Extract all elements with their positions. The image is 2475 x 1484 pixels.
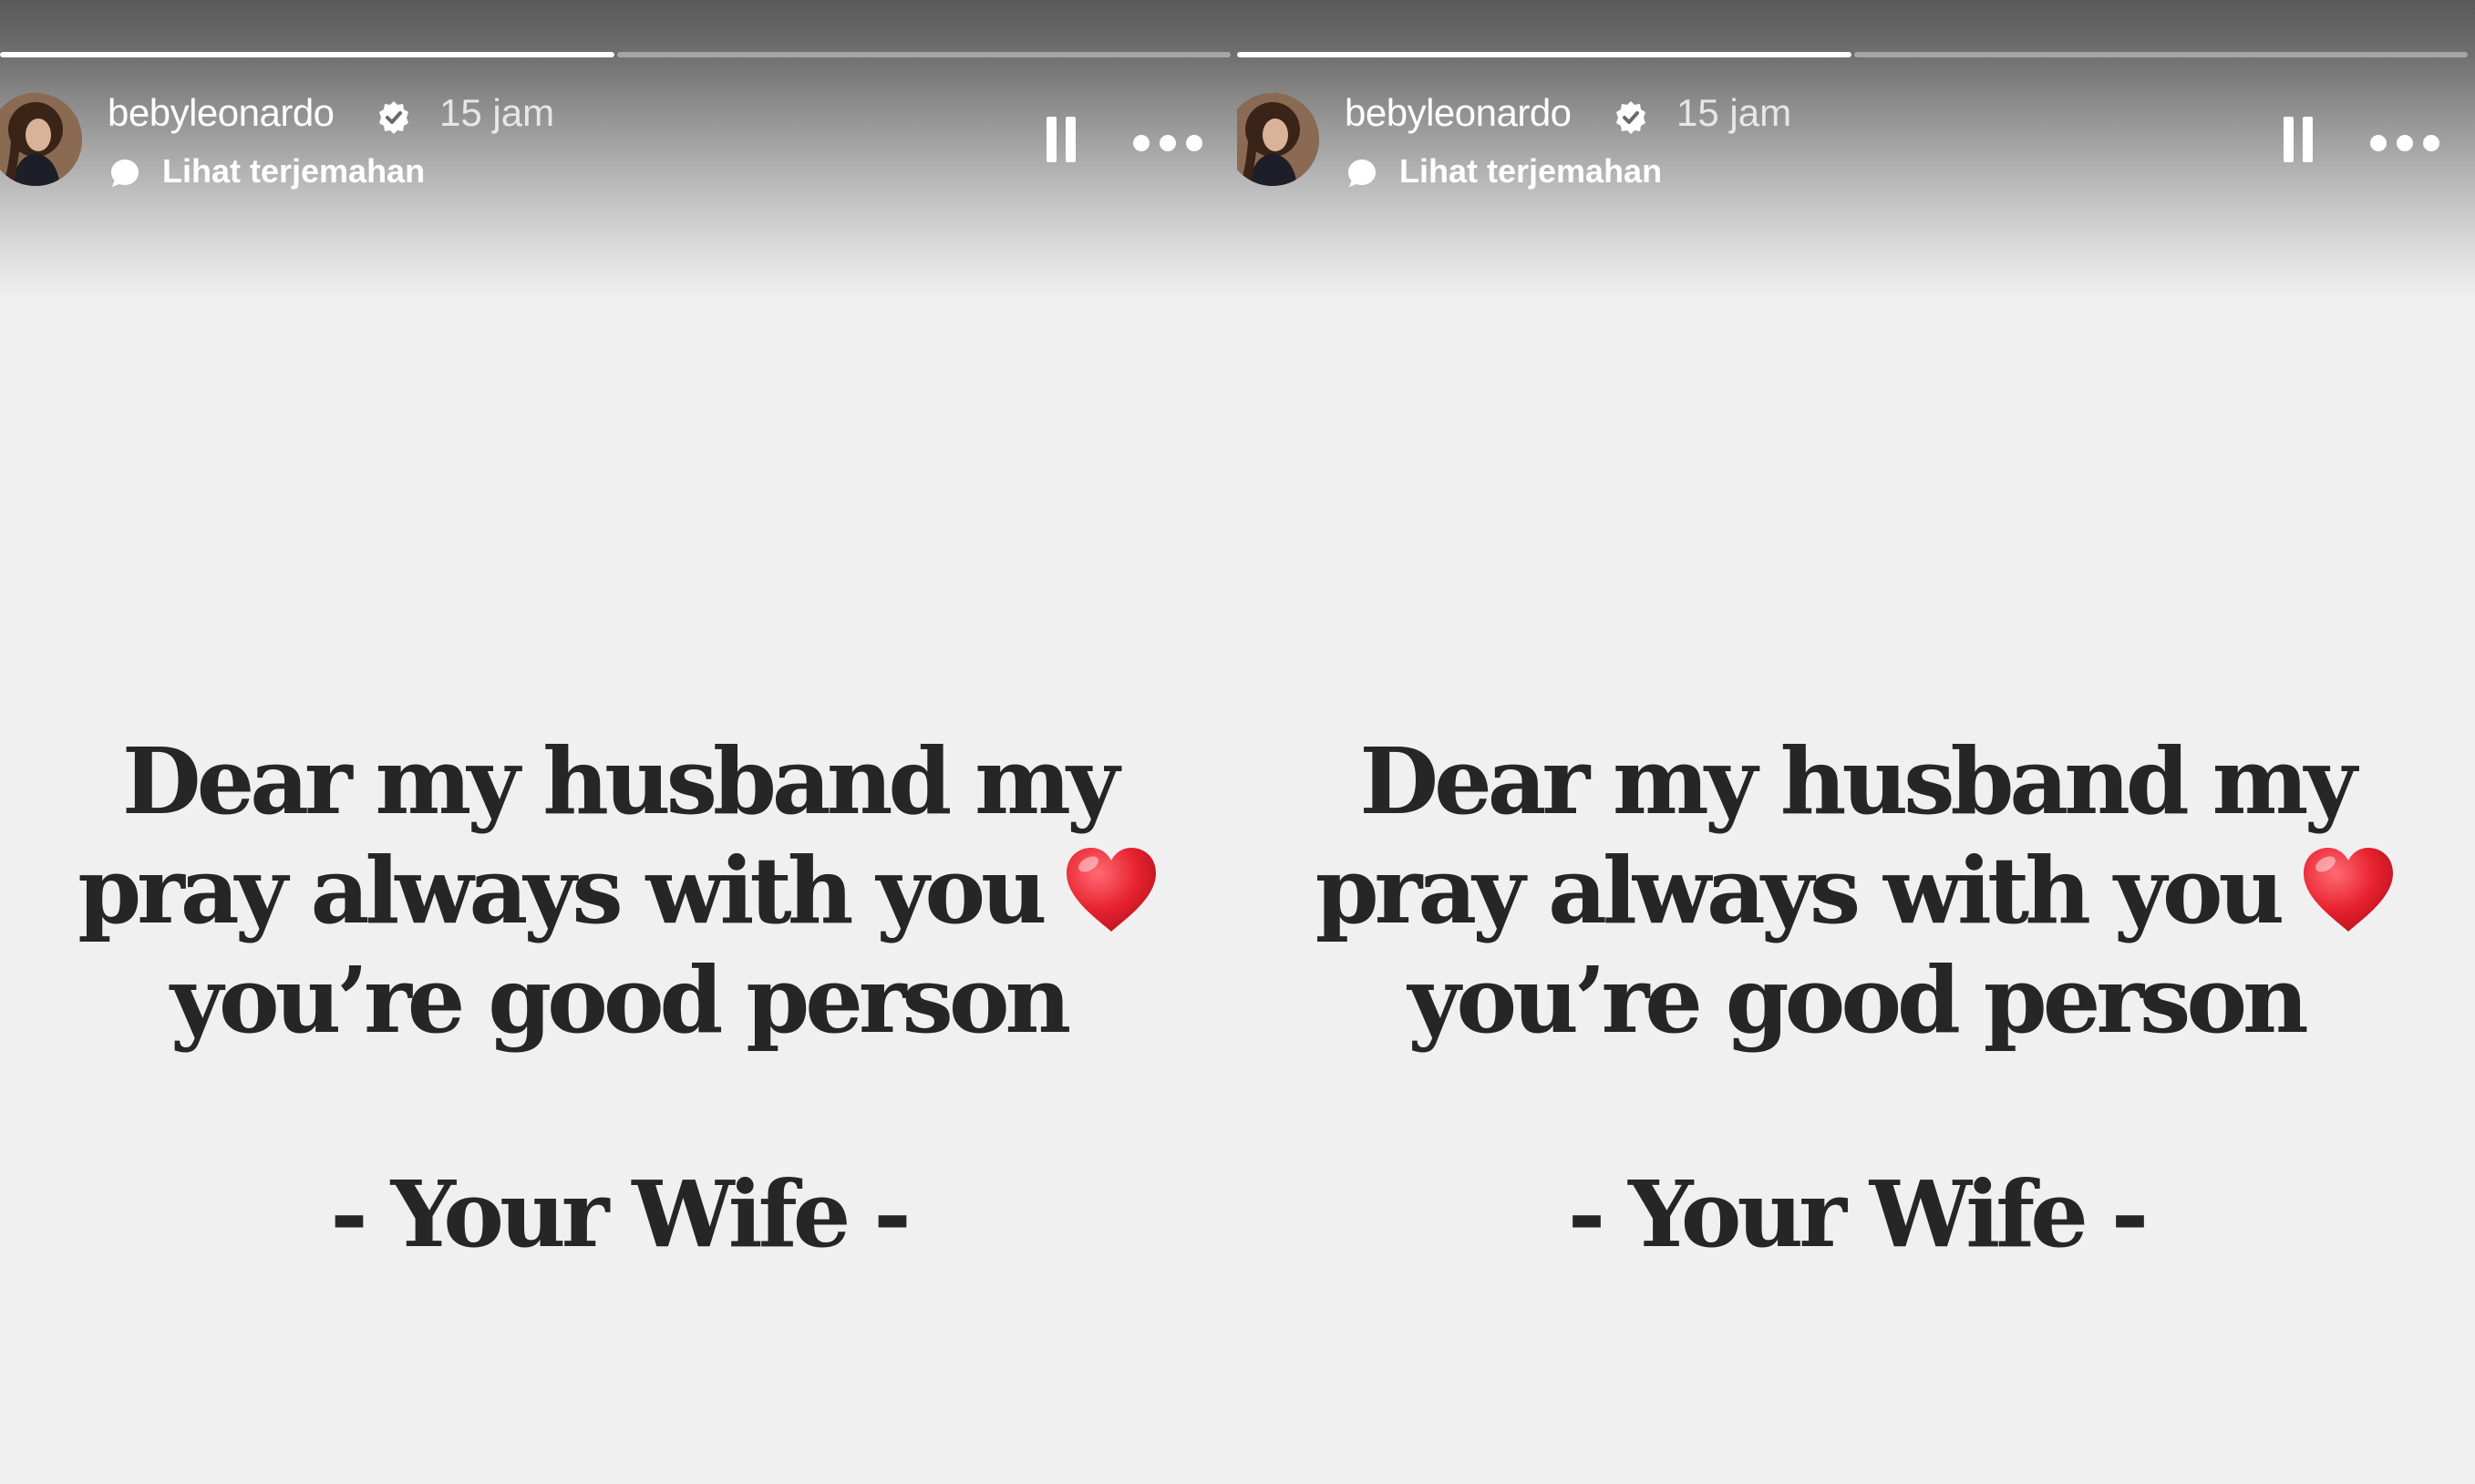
verified-badge-icon: [379, 101, 408, 134]
more-horizontal-icon: [2423, 135, 2439, 151]
translate-icon: [1348, 160, 1376, 187]
translate-link[interactable]: Lihat terjemahan: [162, 152, 425, 191]
progress-segment: [0, 52, 614, 57]
story-signature: - Your Wife -: [330, 1160, 911, 1268]
pause-button[interactable]: [1039, 117, 1083, 170]
story-text-line: you’re good person: [170, 946, 1071, 1054]
story-text-line: Dear my husband my: [1359, 727, 2356, 835]
progress-segment: [616, 52, 1231, 57]
story-text-line-with-heart: pray always with you: [1237, 837, 2475, 944]
pause-icon: [2284, 117, 2294, 162]
story-text-line: Dear my husband my: [121, 727, 1119, 835]
timestamp: 15 jam: [1676, 91, 1792, 134]
story-text-line: pray always with you: [77, 837, 1047, 944]
translate-icon: [111, 160, 139, 187]
username[interactable]: bebyleonardo: [1345, 91, 1572, 135]
progress-fill: [0, 52, 614, 57]
story-text-line: pray always with you: [1315, 837, 2284, 944]
pause-button[interactable]: [2276, 117, 2320, 170]
translate-link[interactable]: Lihat terjemahan: [1399, 152, 1662, 191]
story-panel-right[interactable]: bebyleonardo 15 jam Lihat terjemahan Dea…: [1237, 0, 2475, 1484]
more-options-button[interactable]: [2370, 133, 2439, 153]
story-text-line-with-heart: pray always with you: [0, 837, 1237, 944]
pause-icon: [1066, 117, 1076, 162]
username[interactable]: bebyleonardo: [108, 91, 335, 135]
pause-icon: [2303, 117, 2313, 162]
more-horizontal-icon: [2397, 135, 2413, 151]
story-progress-bar: [0, 52, 1231, 57]
timestamp: 15 jam: [439, 91, 555, 134]
more-horizontal-icon: [1133, 135, 1150, 151]
red-heart-emoji: [2304, 848, 2394, 932]
red-heart-emoji: [1066, 848, 1156, 932]
pause-icon: [1047, 117, 1057, 162]
story-text-line: you’re good person: [1408, 946, 2308, 1054]
more-horizontal-icon: [1160, 135, 1176, 151]
progress-fill: [1237, 52, 1851, 57]
progress-segment: [1237, 52, 1851, 57]
story-progress-bar: [1237, 52, 2468, 57]
verified-badge-icon: [1616, 101, 1645, 134]
more-horizontal-icon: [1186, 135, 1202, 151]
progress-segment: [1853, 52, 2468, 57]
story-signature: - Your Wife -: [1567, 1160, 2149, 1268]
story-panel-left[interactable]: bebyleonardo 15 jam Lihat terjemahan Dea…: [0, 0, 1237, 1484]
stories-comparison: bebyleonardo 15 jam Lihat terjemahan Dea…: [0, 0, 2475, 1484]
more-horizontal-icon: [2370, 135, 2387, 151]
more-options-button[interactable]: [1133, 133, 1202, 153]
